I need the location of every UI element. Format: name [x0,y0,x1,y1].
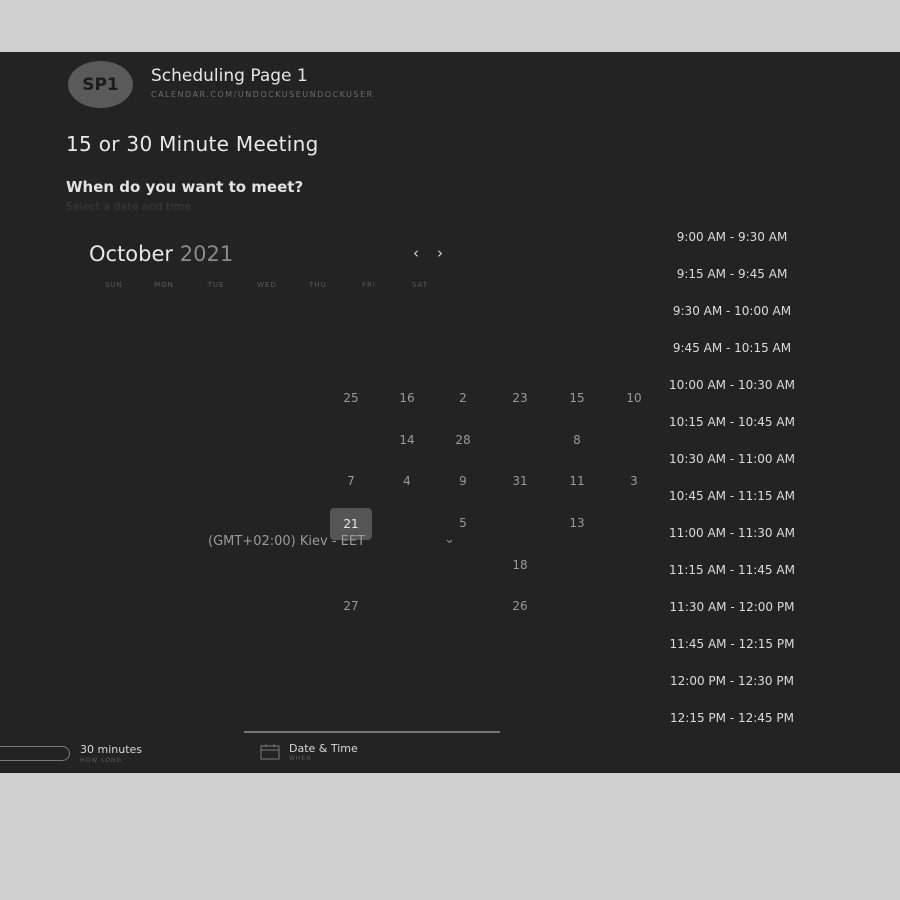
avatar: SP1 [68,61,133,108]
calendar-icon [260,743,280,764]
weekday-wed: WED [257,281,277,289]
calendar-day[interactable]: 10 [614,391,654,405]
calendar-day[interactable]: 25 [331,391,371,405]
calendar-day[interactable]: 4 [387,474,427,488]
time-slot[interactable]: 12:15 PM - 12:45 PM [656,711,808,725]
time-slot[interactable]: 10:00 AM - 10:30 AM [656,378,808,392]
time-slot[interactable]: 9:15 AM - 9:45 AM [656,267,808,281]
calendar-day[interactable]: 26 [500,599,540,613]
calendar-day[interactable]: 8 [557,433,597,447]
duration-value: 30 minutes [80,743,143,756]
chevron-left-icon[interactable]: ‹ [413,244,419,262]
scheduling-panel: SP1 Scheduling Page 1 CALENDAR.COM/UNDOC… [0,52,900,773]
datetime-tab-value[interactable]: Date & Time [289,742,358,755]
calendar-day[interactable]: 16 [387,391,427,405]
time-slot[interactable]: 12:00 PM - 12:30 PM [656,674,808,688]
scheduling-page-url: CALENDAR.COM/UNDOCKUSEUNDOCKUSER [151,90,374,99]
time-slot[interactable]: 10:30 AM - 11:00 AM [656,452,808,466]
time-slot[interactable]: 9:30 AM - 10:00 AM [656,304,808,318]
date-question: When do you want to meet? [66,178,304,196]
datetime-tab-label: WHEN [289,755,312,762]
month-year: 2021 [179,242,234,266]
duration-indicator[interactable] [0,746,70,761]
calendar-day[interactable]: 3 [614,474,654,488]
calendar-day[interactable]: 28 [443,433,483,447]
time-slot[interactable]: 10:15 AM - 10:45 AM [656,415,808,429]
calendar-day[interactable]: 18 [500,558,540,572]
scheduling-page-name: Scheduling Page 1 [151,66,308,86]
month-label: October 2021 [89,242,233,266]
duration-label: HOW LONG [80,757,123,764]
weekday-tue: TUE [207,281,225,289]
calendar-day[interactable]: 23 [500,391,540,405]
calendar-day[interactable]: 15 [557,391,597,405]
calendar-day[interactable]: 13 [557,516,597,530]
weekday-sun: SUN [105,281,123,289]
chevron-down-icon[interactable]: ⌄ [444,532,455,547]
calendar-day[interactable]: 9 [443,474,483,488]
calendar-day[interactable]: 31 [500,474,540,488]
time-slot[interactable]: 9:00 AM - 9:30 AM [656,230,808,244]
active-tab-indicator [244,731,500,733]
time-slot[interactable]: 11:30 AM - 12:00 PM [656,600,808,614]
date-subtitle: Select a date and time [66,200,192,213]
weekday-fri: FRI [362,281,376,289]
calendar-day[interactable]: 11 [557,474,597,488]
calendar-day[interactable]: 14 [387,433,427,447]
time-slot[interactable]: 11:00 AM - 11:30 AM [656,526,808,540]
calendar-day[interactable]: 5 [443,516,483,530]
time-slot[interactable]: 10:45 AM - 11:15 AM [656,489,808,503]
calendar-day[interactable]: 27 [331,599,371,613]
weekday-sat: SAT [411,281,429,289]
time-slot[interactable]: 11:45 AM - 12:15 PM [656,637,808,651]
calendar-day[interactable]: 7 [331,474,371,488]
time-slot[interactable]: 9:45 AM - 10:15 AM [656,341,808,355]
time-slot[interactable]: 11:15 AM - 11:45 AM [656,563,808,577]
chevron-right-icon[interactable]: › [437,244,443,262]
calendar-day[interactable]: 2 [443,391,483,405]
meeting-title: 15 or 30 Minute Meeting [66,132,319,156]
month-name: October [89,242,174,266]
weekday-thu: THU [309,281,327,289]
weekday-mon: MON [154,281,174,289]
timezone-select[interactable]: (GMT+02:00) Kiev - EET [208,534,365,549]
